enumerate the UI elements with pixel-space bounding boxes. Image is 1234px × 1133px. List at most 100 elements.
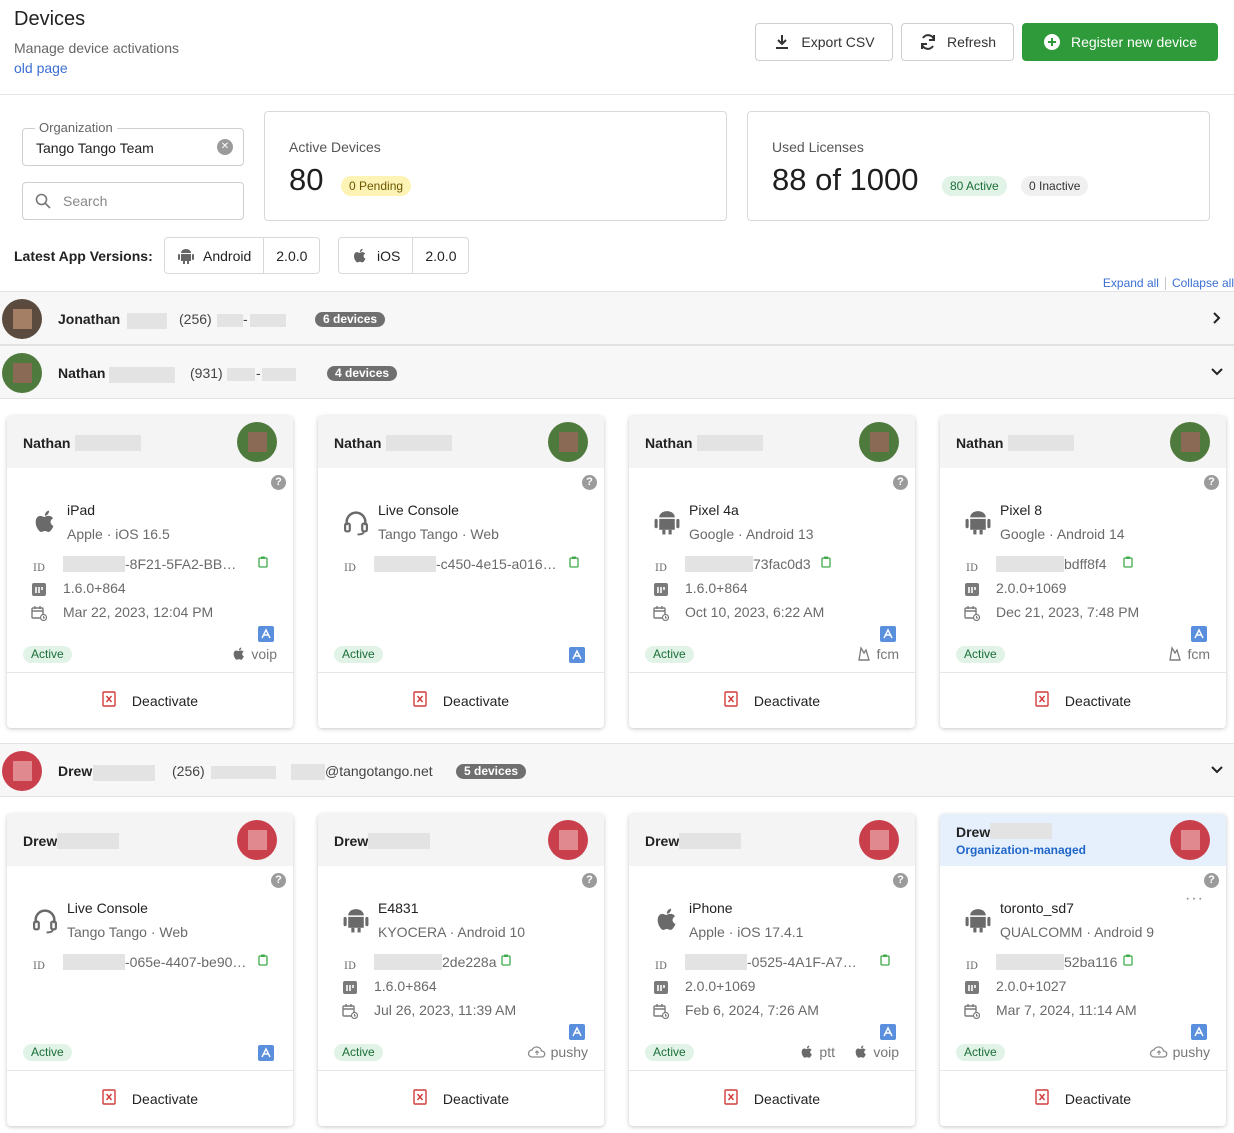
calendar-icon [964, 1003, 981, 1020]
used-licenses-card: Used Licenses 88 of 1000 80 Active 0 Ina… [747, 111, 1210, 221]
avatar [2, 751, 42, 791]
copy-icon[interactable] [569, 555, 579, 568]
id-label: ID [33, 961, 45, 972]
deactivate-button[interactable]: Deactivate [629, 673, 915, 728]
expand-collapse-links: Expand all Collapse all [1103, 276, 1234, 290]
help-icon[interactable]: ? [1204, 873, 1219, 888]
deactivate-label: Deactivate [1064, 1090, 1132, 1107]
deactivate-label: Deactivate [442, 692, 510, 709]
active-licenses-badge: 80 Active [942, 176, 1007, 196]
deactivate-button[interactable]: Deactivate [7, 1071, 293, 1126]
user-phone: (256) [172, 763, 205, 779]
deactivate-button[interactable]: Deactivate [318, 673, 604, 728]
deactivate-button[interactable]: Deactivate [318, 1071, 604, 1126]
organization-select[interactable]: Organization Tango Tango Team ✕ [22, 120, 244, 166]
avatar [859, 820, 899, 860]
status-badge: Active [956, 646, 1005, 663]
device-platform: Apple · iOS 16.5 [67, 526, 170, 542]
search-field[interactable] [22, 182, 244, 220]
device-card: Drew? Live Console Tango Tango · Web ID -065… [7, 814, 293, 1126]
user-row-drew[interactable]: Drew (256) @tangotango.net 5 devices [0, 743, 1234, 797]
more-options-icon[interactable]: ··· [1185, 890, 1204, 908]
collapse-all-link[interactable]: Collapse all [1172, 276, 1234, 290]
copy-icon[interactable] [820, 555, 831, 568]
card-user-name: Drew [334, 833, 369, 849]
help-icon[interactable]: ? [271, 873, 286, 888]
user-phone: (256) [179, 311, 212, 327]
help-icon[interactable]: ? [271, 475, 286, 490]
help-icon[interactable]: ? [1204, 475, 1219, 490]
app-store-icon [568, 646, 586, 664]
chevron-right-icon[interactable] [1210, 311, 1224, 325]
app-store-icon [568, 1023, 586, 1041]
device-platform: Tango Tango · Web [378, 526, 499, 542]
device-name: Live Console [378, 502, 459, 518]
chevron-down-icon[interactable] [1210, 763, 1224, 777]
device-name: E4831 [378, 900, 419, 916]
user-email: @tangotango.net [325, 763, 433, 779]
refresh-button[interactable]: Refresh [901, 23, 1014, 61]
deactivate-icon [413, 691, 427, 710]
fcm-icon [856, 646, 872, 662]
used-licenses-value: 88 of 1000 [772, 162, 919, 197]
app-store-icon [257, 625, 275, 643]
deactivate-icon [102, 691, 116, 710]
avatar [2, 353, 42, 393]
push-method-label: pushy [550, 1044, 588, 1060]
user-name: Nathan [58, 365, 106, 381]
deactivate-button[interactable]: Deactivate [940, 1071, 1226, 1126]
copy-icon[interactable] [880, 953, 890, 966]
device-name: iPhone [689, 900, 733, 916]
deactivate-button[interactable]: Deactivate [7, 673, 293, 728]
chevron-down-icon[interactable] [1210, 365, 1224, 379]
avatar [548, 422, 588, 462]
pushy-icon [1149, 1044, 1169, 1060]
device-platform: KYOCERA · Android 10 [378, 924, 526, 940]
app-store-icon [1190, 625, 1208, 643]
app-version: 1.6.0+864 [374, 978, 437, 994]
user-row-nathan[interactable]: Nathan (931) - 4 devices [0, 345, 1234, 399]
deactivate-button[interactable]: Deactivate [940, 673, 1226, 728]
organization-managed-label: Organization-managed [956, 843, 1087, 857]
register-device-button[interactable]: Register new device [1022, 23, 1218, 61]
refresh-label: Refresh [946, 34, 997, 50]
activation-date: Dec 21, 2023, 7:48 PM [996, 604, 1140, 620]
copy-icon[interactable] [1123, 555, 1134, 568]
help-icon[interactable]: ? [893, 475, 908, 490]
avatar [237, 422, 277, 462]
copy-icon[interactable] [501, 953, 512, 966]
calendar-icon [31, 605, 48, 622]
copy-icon[interactable] [258, 953, 268, 966]
app-store-icon [257, 1044, 275, 1062]
help-icon[interactable]: ? [582, 475, 597, 490]
card-header: Nathan [940, 416, 1226, 468]
android-icon [964, 508, 992, 536]
device-name: toronto_sd7 [1000, 900, 1074, 916]
status-badge: Active [645, 646, 694, 663]
copy-icon[interactable] [1123, 953, 1134, 966]
id-label: ID [344, 563, 356, 574]
app-version: 2.0.0+1069 [996, 580, 1067, 596]
old-page-link[interactable]: old page [14, 60, 68, 76]
used-licenses-label: Used Licenses [772, 139, 864, 155]
copy-icon[interactable] [258, 555, 268, 568]
card-user-name: Drew [956, 824, 991, 840]
status-badge: Active [956, 1044, 1005, 1061]
help-icon[interactable]: ? [582, 873, 597, 888]
card-header: Nathan [318, 416, 604, 468]
user-row-jonathan[interactable]: Jonathan (256) - 6 devices [0, 291, 1234, 345]
expand-all-link[interactable]: Expand all [1103, 276, 1159, 290]
clear-icon[interactable]: ✕ [217, 139, 233, 155]
export-csv-button[interactable]: Export CSV [755, 23, 893, 61]
deactivate-label: Deactivate [442, 1090, 510, 1107]
deactivate-button[interactable]: Deactivate [629, 1071, 915, 1126]
app-version: 1.6.0+864 [685, 580, 748, 596]
organization-value: Tango Tango Team [36, 140, 154, 156]
calendar-icon [964, 605, 981, 622]
search-input[interactable] [61, 192, 211, 210]
android-label: Android [203, 247, 252, 264]
push-method: fcm [1167, 646, 1210, 662]
deactivate-label: Deactivate [1064, 692, 1132, 709]
help-icon[interactable]: ? [893, 873, 908, 888]
pushy-icon [527, 1044, 547, 1060]
